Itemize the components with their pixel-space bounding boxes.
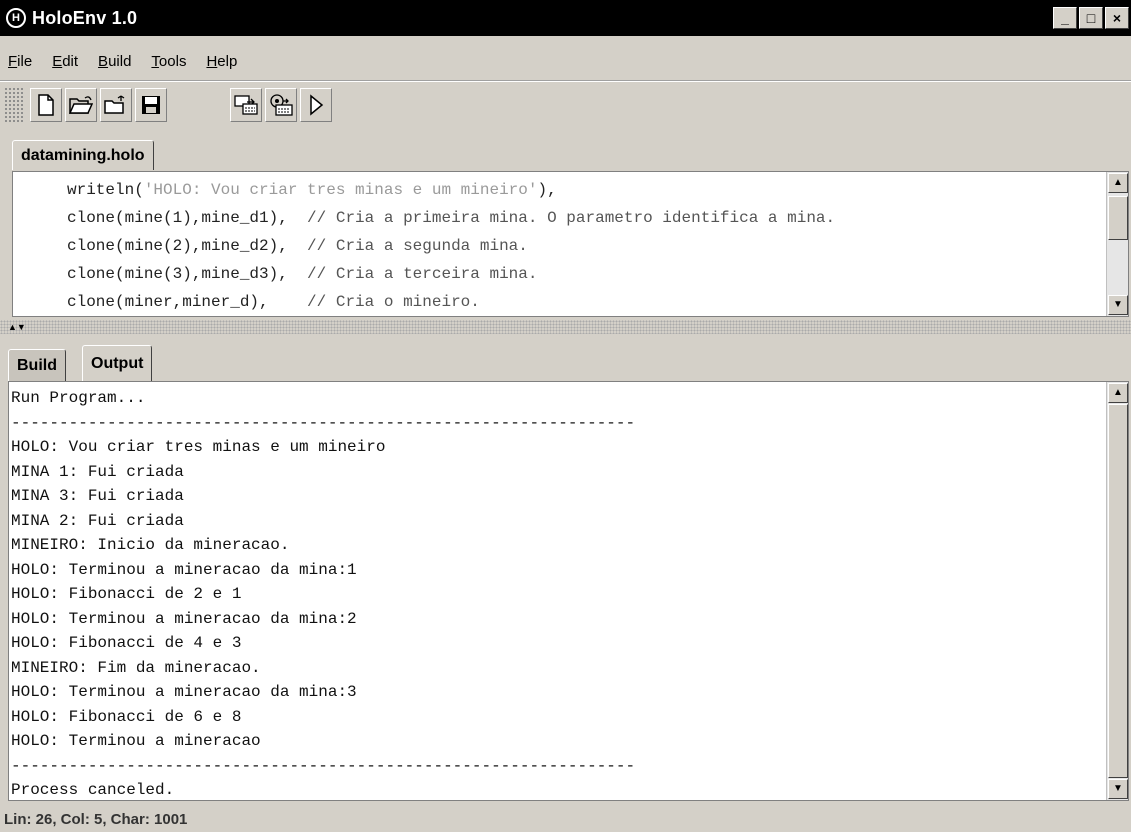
new-file-icon — [38, 94, 54, 116]
minimize-button[interactable]: _ — [1053, 7, 1077, 29]
output-scrollbar[interactable]: ▲ ▼ — [1106, 382, 1128, 800]
save-icon — [142, 96, 160, 114]
output-line: HOLO: Terminou a mineracao da mina:3 — [11, 683, 357, 701]
open-file-button[interactable] — [65, 88, 97, 122]
tab-label: datamining.holo — [21, 146, 145, 164]
arrow-up-icon: ▲ — [1113, 177, 1123, 188]
output-line: ----------------------------------------… — [11, 756, 636, 775]
save-button[interactable] — [135, 88, 167, 122]
menu-separator — [0, 80, 1131, 82]
scroll-down-button[interactable]: ▼ — [1108, 295, 1128, 315]
tab-datamining-holo[interactable]: datamining.holo — [12, 140, 154, 170]
splitter-arrows-icon[interactable]: ▲▼ — [8, 320, 26, 334]
code-line: clone(mine(1),mine_d1), // Cria a primei… — [67, 209, 836, 227]
tab-label: Build — [17, 356, 57, 374]
close-button[interactable]: × — [1105, 7, 1129, 29]
menu-edit[interactable]: Edit — [52, 53, 78, 70]
build-icon — [270, 94, 293, 116]
output-line: ----------------------------------------… — [11, 413, 636, 432]
output-line: HOLO: Terminou a mineracao — [11, 732, 261, 750]
arrow-down-icon: ▼ — [1113, 783, 1123, 794]
tab-label: Output — [91, 354, 144, 372]
editor-scrollbar[interactable]: ▲ ▼ — [1106, 172, 1128, 316]
scroll-up-button[interactable]: ▲ — [1108, 383, 1128, 403]
output-line: HOLO: Terminou a mineracao da mina:2 — [11, 609, 357, 628]
build-button[interactable] — [265, 88, 297, 122]
code-lines: writeln('HOLO: Vou criar tres minas e um… — [13, 176, 1104, 316]
code-line: writeln('HOLO: Vou criar tres minas e um… — [67, 181, 557, 199]
menu-bar: File Edit Build Tools Help — [0, 44, 1131, 78]
run-button[interactable] — [300, 88, 332, 122]
output-line: Run Program... — [11, 389, 146, 407]
maximize-button[interactable]: □ — [1079, 7, 1103, 29]
tab-output[interactable]: Output — [82, 345, 153, 381]
compile-icon — [234, 95, 258, 115]
menu-build[interactable]: Build — [98, 53, 131, 70]
output-line: HOLO: Fibonacci de 6 e 8 — [11, 707, 242, 726]
compile-button[interactable] — [230, 88, 262, 122]
open-folder-icon — [69, 96, 93, 114]
menu-help[interactable]: Help — [206, 53, 237, 70]
toolbar — [0, 83, 1131, 129]
output-line: MINA 1: Fui criada — [11, 462, 184, 481]
scroll-thumb[interactable] — [1108, 196, 1128, 240]
split-pane-divider[interactable]: ▲▼ — [0, 320, 1131, 334]
menu-file[interactable]: File — [8, 53, 32, 70]
app-icon: H — [6, 8, 26, 28]
window-title: HoloEnv 1.0 — [32, 7, 138, 28]
output-line: MINA 2: Fui criada — [11, 511, 184, 530]
open-recent-button[interactable] — [100, 88, 132, 122]
tab-build[interactable]: Build — [8, 349, 66, 381]
output-line: MINA 3: Fui criada — [11, 487, 184, 505]
output-line: Process canceled. — [11, 781, 175, 799]
title-bar: H HoloEnv 1.0 _ □ × — [0, 0, 1131, 36]
output-console[interactable]: Run Program... -------------------------… — [8, 381, 1129, 801]
window-controls: _ □ × — [1053, 7, 1129, 29]
output-line: HOLO: Fibonacci de 4 e 3 — [11, 634, 242, 652]
scroll-down-button[interactable]: ▼ — [1108, 779, 1128, 799]
output-line: MINEIRO: Inicio da mineracao. — [11, 536, 290, 554]
cursor-position-status: Lin: 26, Col: 5, Char: 1001 — [4, 810, 188, 828]
scroll-thumb[interactable] — [1108, 404, 1128, 778]
new-file-button[interactable] — [30, 88, 62, 122]
code-line: clone(mine(2),mine_d2), // Cria a segund… — [67, 237, 528, 255]
app-window: H HoloEnv 1.0 _ □ × File Edit Build Tool… — [0, 0, 1131, 832]
status-bar: Lin: 26, Col: 5, Char: 1001 — [0, 806, 1131, 832]
code-line: clone(miner,miner_d), // Cria o mineiro. — [67, 293, 480, 311]
output-lines: Run Program... -------------------------… — [9, 386, 1104, 803]
run-icon — [310, 94, 324, 116]
arrow-up-icon: ▲ — [1113, 387, 1123, 398]
scroll-up-button[interactable]: ▲ — [1108, 173, 1128, 193]
output-line: HOLO: Fibonacci de 2 e 1 — [11, 585, 242, 603]
code-editor[interactable]: writeln('HOLO: Vou criar tres minas e um… — [12, 171, 1129, 317]
code-line: clone(mine(3),mine_d3), // Cria a tercei… — [67, 265, 538, 283]
menu-tools[interactable]: Tools — [151, 53, 186, 70]
arrow-down-icon: ▼ — [1113, 299, 1123, 310]
open-recent-icon — [104, 95, 125, 114]
output-line: HOLO: Terminou a mineracao da mina:1 — [11, 560, 357, 579]
output-line: MINEIRO: Fim da mineracao. — [11, 658, 261, 677]
toolbar-grip[interactable] — [4, 87, 24, 123]
output-line: HOLO: Vou criar tres minas e um mineiro — [11, 438, 386, 456]
